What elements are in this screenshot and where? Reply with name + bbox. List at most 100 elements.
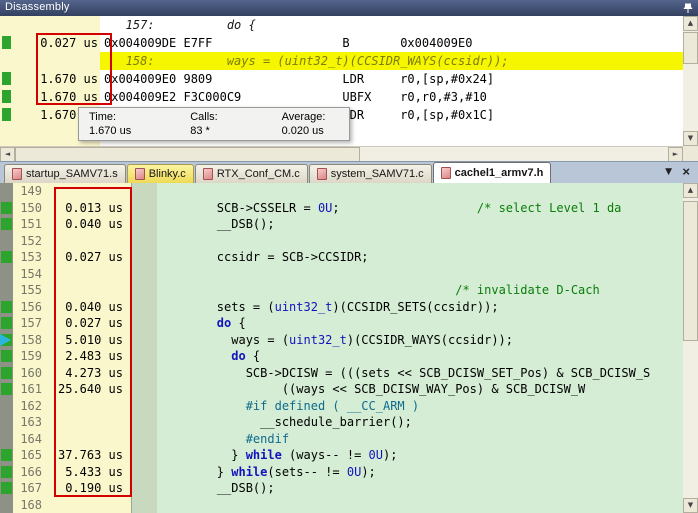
coverage-strip-cell (0, 398, 13, 415)
code-segment-t (159, 399, 246, 413)
editor-line[interactable]: 1604.273 us SCB->DCISW = (((sets << SCB_… (0, 365, 683, 382)
disasm-timing-value: 1.670 us (40, 72, 98, 86)
line-number: 157 (13, 315, 47, 332)
code-segment-t: ((ways << SCB_DCISW_WAY_Pos) & SCB_DCISW… (159, 382, 585, 396)
line-timing (47, 431, 131, 448)
line-number: 165 (13, 447, 47, 464)
editor-line[interactable]: 1560.040 us sets = (uint32_t)(CCSIDR_SET… (0, 299, 683, 316)
editor-line[interactable]: 1592.483 us do { (0, 348, 683, 365)
editor-line[interactable]: 162 #if defined ( __CC_ARM ) (0, 398, 683, 415)
code-text (157, 266, 683, 283)
tab-rtx_conf_cm-c[interactable]: RTX_Conf_CM.c (195, 164, 308, 183)
line-number: 168 (13, 497, 47, 513)
editor-line[interactable]: 164 #endif (0, 431, 683, 448)
tab-overflow-dropdown-button[interactable]: ▼ (665, 167, 672, 177)
editor-line[interactable]: 168 (0, 497, 683, 513)
code-segment-t: ways = ( (159, 333, 289, 347)
editor-vscroll-thumb[interactable] (683, 201, 698, 341)
editor-vscrollbar[interactable]: ▲ ▼ (683, 183, 698, 513)
line-number: 158 (13, 332, 47, 349)
vscroll-thumb[interactable] (683, 32, 698, 64)
editor-line[interactable]: 1670.190 us __DSB(); (0, 480, 683, 497)
current-statement-arrow (0, 334, 11, 346)
coverage-indicator (1, 251, 12, 263)
editor-line[interactable]: 16125.640 us ((ways << SCB_DCISW_WAY_Pos… (0, 381, 683, 398)
code-segment-t: )(CCSIDR_WAYS(ccsidr)); (347, 333, 513, 347)
line-number: 151 (13, 216, 47, 233)
scroll-down-button[interactable]: ▼ (683, 131, 698, 146)
editor-line[interactable]: 149 (0, 183, 683, 200)
disasm-timing-cell: 1.670 us (0, 70, 100, 88)
line-number: 156 (13, 299, 47, 316)
close-file-button[interactable]: × (682, 165, 690, 179)
file-icon (135, 168, 145, 180)
editor-line[interactable]: 16537.763 us } while (ways-- != 0U); (0, 447, 683, 464)
code-text: sets = (uint32_t)(CCSIDR_SETS(ccsidr)); (157, 299, 683, 316)
coverage-strip-cell (0, 249, 13, 266)
coverage-indicator (2, 72, 11, 85)
fold-margin-cell (131, 200, 157, 217)
editor-line[interactable]: 1585.010 us ways = (uint32_t)(CCSIDR_WAY… (0, 332, 683, 349)
scroll-left-button[interactable]: ◄ (0, 147, 15, 162)
tooltip-calls-value: 83 * (190, 124, 271, 138)
code-segment-t: __DSB(); (159, 217, 275, 231)
editor-line[interactable]: 155 /* invalidate D-Cach (0, 282, 683, 299)
code-segment-t: __schedule_barrier(); (159, 415, 412, 429)
disasm-row[interactable]: 158: ways = (uint32_t)(CCSIDR_WAYS(ccsid… (0, 52, 683, 70)
fold-margin-cell (131, 266, 157, 283)
editor-line[interactable]: 1570.027 us do { (0, 315, 683, 332)
scroll-up-button[interactable]: ▲ (683, 16, 698, 31)
editor-line[interactable]: 154 (0, 266, 683, 283)
coverage-strip-cell (0, 431, 13, 448)
disassembly-hscrollbar[interactable]: ◄ ► (0, 146, 683, 161)
editor-line[interactable]: 1665.433 us } while(sets-- != 0U); (0, 464, 683, 481)
code-text: } while(sets-- != 0U); (157, 464, 683, 481)
code-text: __DSB(); (157, 216, 683, 233)
line-number: 161 (13, 381, 47, 398)
disasm-row[interactable]: 1.670 us0x004009E0 9809 LDR r0,[sp,#0x24… (0, 70, 683, 88)
editor-line[interactable]: 1500.013 us SCB->CSSELR = 0U; /* select … (0, 200, 683, 217)
coverage-indicator (1, 317, 12, 329)
fold-margin-cell (131, 183, 157, 200)
editor-line[interactable]: 152 (0, 233, 683, 250)
line-timing (47, 233, 131, 250)
tab-startup_samv71-s[interactable]: startup_SAMV71.s (4, 164, 126, 183)
code-segment-t: { (231, 316, 245, 330)
line-timing: 4.273 us (47, 365, 131, 382)
coverage-indicator (2, 108, 11, 121)
coverage-strip-cell (0, 266, 13, 283)
code-segment-k2: uint32_t (289, 333, 347, 347)
editor-scroll-down-button[interactable]: ▼ (683, 498, 698, 513)
fold-margin-cell (131, 431, 157, 448)
coverage-indicator (1, 482, 12, 494)
disasm-instruction: 0x004009DE E7FF B 0x004009E0 (100, 34, 683, 52)
editor-line[interactable]: 163 __schedule_barrier(); (0, 414, 683, 431)
disasm-row[interactable]: 157: do { (0, 16, 683, 34)
disasm-row[interactable]: 0.027 us0x004009DE E7FF B 0x004009E0 (0, 34, 683, 52)
tab-system_samv71-c[interactable]: system_SAMV71.c (309, 164, 432, 183)
coverage-indicator (2, 36, 11, 49)
line-timing: 37.763 us (47, 447, 131, 464)
line-timing (47, 183, 131, 200)
coverage-strip-cell (0, 200, 13, 217)
tooltip-average-label: Average: (282, 110, 349, 124)
coverage-strip-cell (0, 365, 13, 382)
pin-icon[interactable] (682, 2, 694, 14)
editor-line[interactable]: 1530.027 us ccsidr = SCB->CCSIDR; (0, 249, 683, 266)
coverage-strip-cell (0, 497, 13, 513)
code-segment-t: SCB->DCISW = (((sets << SCB_DCISW_SET_Po… (159, 366, 650, 380)
disassembly-vscrollbar[interactable]: ▲ ▼ (683, 16, 698, 146)
disasm-instruction: 0x004009E0 9809 LDR r0,[sp,#0x24] (100, 70, 683, 88)
code-text: ((ways << SCB_DCISW_WAY_Pos) & SCB_DCISW… (157, 381, 683, 398)
scroll-right-button[interactable]: ► (668, 147, 683, 162)
line-number: 166 (13, 464, 47, 481)
tooltip-average-col: Average: 0.020 us (272, 108, 349, 140)
hscroll-thumb[interactable] (15, 147, 360, 162)
tab-cachel1_armv7-h[interactable]: cachel1_armv7.h (433, 162, 552, 183)
editor-scroll-up-button[interactable]: ▲ (683, 183, 698, 198)
tab-blinky-c[interactable]: Blinky.c (127, 164, 194, 183)
line-number: 152 (13, 233, 47, 250)
tooltip-time-value: 1.670 us (89, 124, 180, 138)
editor-line[interactable]: 1510.040 us __DSB(); (0, 216, 683, 233)
disasm-row[interactable]: 1.670 us0x004009E2 F3C000C9 UBFX r0,r0,#… (0, 88, 683, 106)
